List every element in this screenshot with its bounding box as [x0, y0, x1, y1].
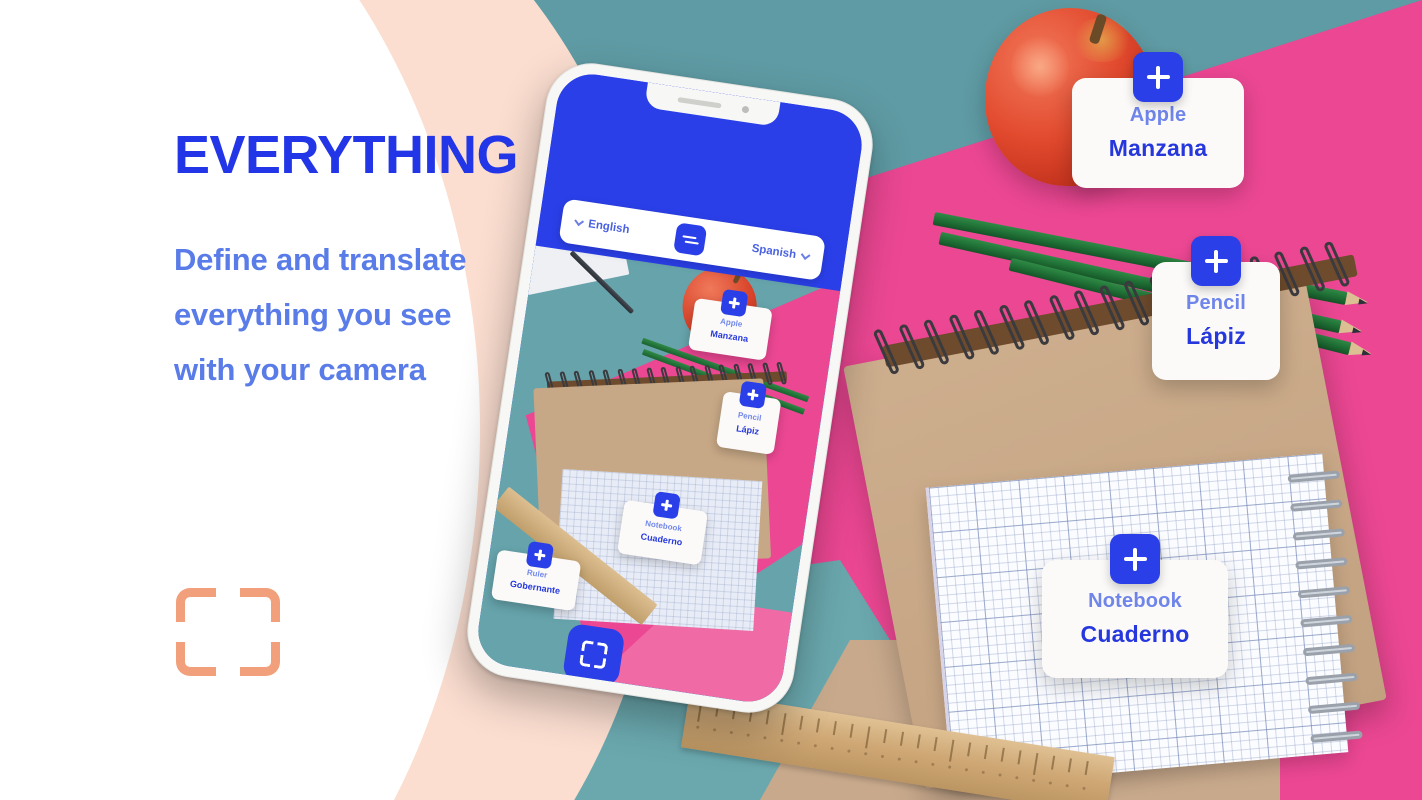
copy-panel: EVERYTHING Define and translate everythi…: [0, 0, 519, 800]
vf-card-target: Lápiz: [735, 422, 760, 437]
front-camera: [741, 105, 750, 114]
vf-card-target: Gobernante: [509, 578, 561, 596]
swap-languages-icon: [684, 240, 699, 245]
card-source-word: Notebook: [1088, 590, 1182, 612]
plus-icon[interactable]: [1110, 534, 1160, 584]
source-language-select[interactable]: English: [574, 216, 631, 237]
translation-card-notebook[interactable]: Notebook Cuaderno: [1042, 534, 1228, 678]
translation-card-pencil[interactable]: Pencil Lápiz: [1152, 236, 1280, 380]
plus-icon[interactable]: [720, 288, 749, 318]
plus-icon[interactable]: [1191, 236, 1241, 286]
target-language-label: Spanish: [750, 242, 797, 262]
target-language-select[interactable]: Spanish: [750, 242, 811, 263]
earpiece-speaker: [677, 97, 722, 109]
card-target-word: Cuaderno: [1080, 621, 1190, 647]
page-subtitle: Define and translate everything you see …: [174, 242, 467, 388]
vf-card-source: Apple: [719, 316, 744, 329]
scan-frame-icon: [593, 656, 607, 670]
scan-frame-icon: [176, 588, 280, 676]
source-language-label: English: [587, 218, 631, 237]
plus-icon[interactable]: [1133, 52, 1183, 102]
vf-card-source: Ruler: [526, 567, 548, 580]
translation-card-apple[interactable]: Apple Manzana: [1072, 52, 1244, 188]
camera-viewfinder[interactable]: Apple Manzana Pencil Lápiz Notebook Cuad…: [473, 233, 842, 707]
scan-frame-icon: [581, 639, 594, 653]
scan-frame-icon: [596, 642, 609, 655]
card-target-word: Manzana: [1108, 135, 1208, 161]
card-source-word: Pencil: [1185, 292, 1247, 314]
card-target-word: Lápiz: [1186, 323, 1246, 349]
card-source-word: Apple: [1129, 104, 1187, 126]
swap-languages-icon: [682, 234, 697, 239]
scan-frame-icon: [578, 654, 592, 668]
vf-card-target: Cuaderno: [640, 530, 684, 547]
vf-translation-card[interactable]: Pencil Lápiz: [715, 380, 782, 455]
plus-icon[interactable]: [738, 380, 768, 410]
chevron-down-icon: [574, 216, 585, 227]
vf-card-source: Pencil: [737, 409, 763, 423]
plus-icon[interactable]: [525, 540, 555, 570]
vf-card-target: Manzana: [709, 327, 749, 344]
swap-languages-button[interactable]: [673, 222, 708, 257]
plus-icon[interactable]: [652, 491, 681, 520]
chevron-down-icon: [800, 250, 811, 260]
page-title: EVERYTHING: [174, 125, 519, 185]
vf-card-source: Notebook: [644, 518, 683, 533]
promo-screenshot: EVERYTHING Define and translate everythi…: [0, 0, 1422, 800]
